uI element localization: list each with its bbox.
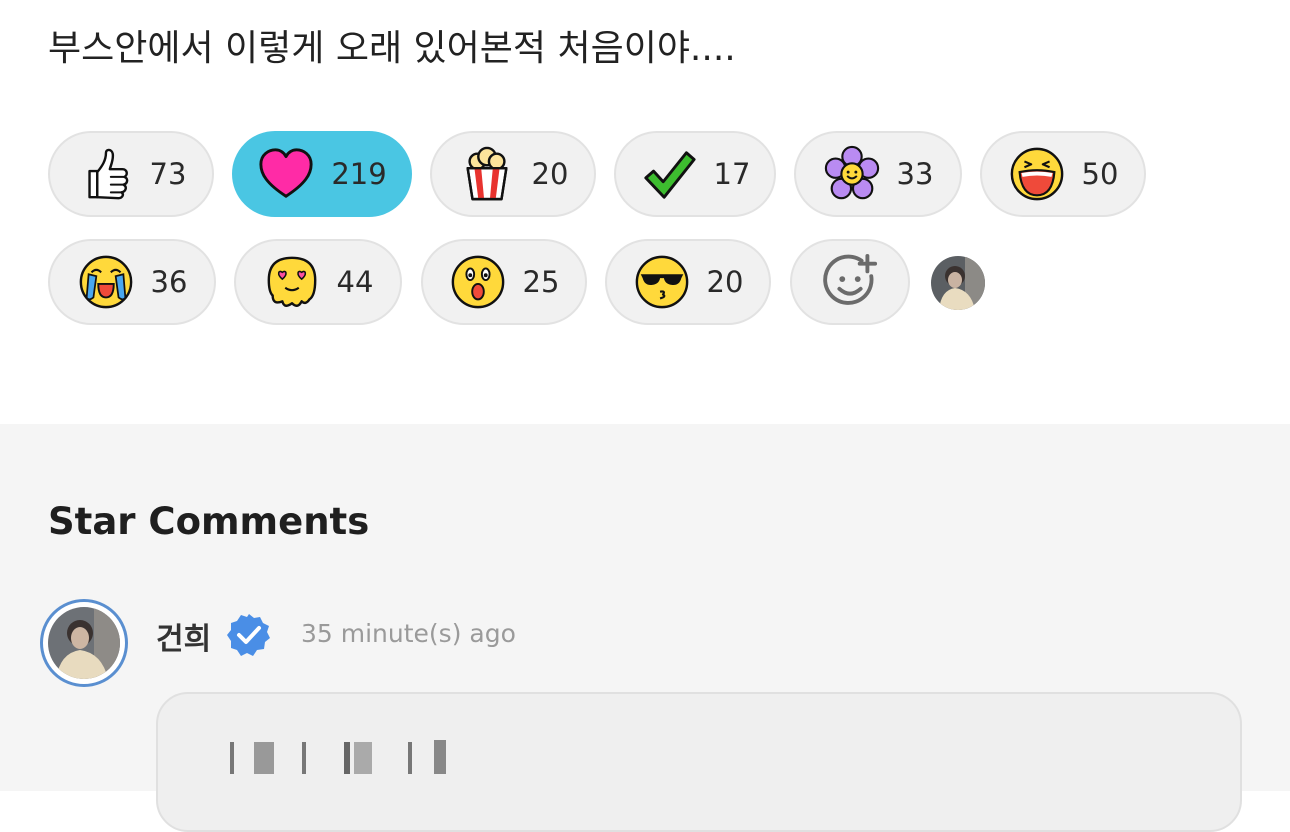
add-reaction-icon bbox=[823, 253, 878, 305]
reaction-sunglasses[interactable]: 20 bbox=[605, 239, 771, 325]
comment-blurred-text bbox=[230, 740, 446, 774]
surprised-face-icon bbox=[451, 255, 504, 309]
reaction-count: 20 bbox=[531, 157, 569, 191]
thumbs-up-icon bbox=[87, 148, 128, 200]
reaction-popcorn[interactable]: 20 bbox=[430, 131, 596, 217]
sunglasses-kiss-icon bbox=[635, 255, 688, 309]
reaction-count: 73 bbox=[149, 157, 187, 191]
reaction-count: 25 bbox=[522, 265, 560, 299]
check-icon bbox=[643, 151, 696, 199]
crying-face-icon bbox=[79, 255, 132, 309]
reaction-thumbs-up[interactable]: 73 bbox=[48, 131, 214, 217]
reaction-count: 219 bbox=[331, 157, 387, 191]
reactor-avatar[interactable] bbox=[931, 256, 985, 310]
reaction-laughing[interactable]: 50 bbox=[980, 131, 1146, 217]
reaction-count: 36 bbox=[150, 265, 188, 299]
avatar-photo bbox=[48, 607, 120, 679]
reaction-count: 20 bbox=[706, 265, 744, 299]
commenter-name[interactable]: 건희 bbox=[156, 614, 211, 658]
post-text: 부스안에서 이렇게 오래 있어본적 처음이야.... bbox=[48, 28, 736, 69]
reaction-heart[interactable]: 219 bbox=[232, 131, 412, 217]
heart-eyes-melting-icon bbox=[267, 256, 316, 307]
comment-bubble bbox=[156, 692, 1242, 832]
reaction-heart-eyes[interactable]: 44 bbox=[234, 239, 402, 325]
reaction-count: 44 bbox=[336, 265, 374, 299]
reaction-check[interactable]: 17 bbox=[614, 131, 776, 217]
reaction-crying[interactable]: 36 bbox=[48, 239, 216, 325]
section-title: Star Comments bbox=[48, 500, 370, 543]
heart-icon bbox=[259, 148, 313, 198]
star-comments-section: Star Comments 건희 35 minute(s) ago bbox=[0, 424, 1290, 832]
avatar-photo bbox=[931, 256, 985, 310]
reaction-count: 50 bbox=[1081, 157, 1119, 191]
popcorn-icon bbox=[466, 146, 508, 201]
reaction-count: 17 bbox=[713, 157, 751, 191]
commenter-avatar[interactable] bbox=[40, 599, 128, 687]
laughing-face-icon bbox=[1010, 147, 1063, 201]
flower-icon bbox=[824, 145, 879, 200]
add-reaction-button[interactable] bbox=[790, 239, 910, 325]
reaction-surprised[interactable]: 25 bbox=[421, 239, 587, 325]
verified-badge-icon bbox=[227, 614, 270, 656]
reaction-count: 33 bbox=[896, 157, 934, 191]
reaction-flower[interactable]: 33 bbox=[794, 131, 962, 217]
comment-timestamp: 35 minute(s) ago bbox=[301, 619, 516, 648]
